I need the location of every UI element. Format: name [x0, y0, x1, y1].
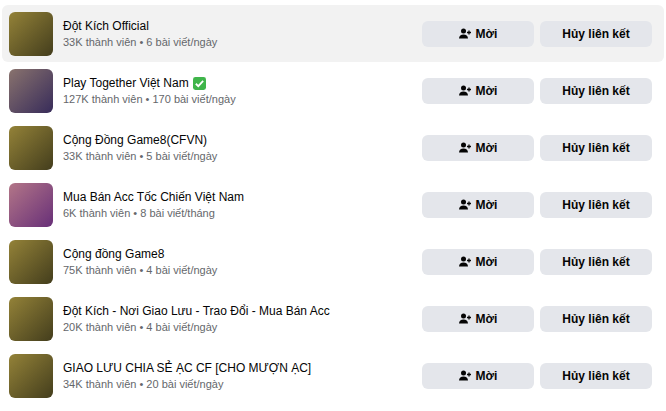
group-meta: 34K thành viên • 20 bài viết/ngày [63, 378, 422, 390]
group-avatar[interactable] [9, 69, 53, 113]
group-avatar[interactable] [9, 126, 53, 170]
group-meta: 75K thành viên • 4 bài viết/ngày [63, 264, 422, 276]
group-name[interactable]: Đột Kích - Nơi Giao Lưu - Trao Đổi - Mua… [63, 304, 422, 318]
group-actions: MờiHủy liên kết [422, 21, 652, 47]
group-actions: MờiHủy liên kết [422, 78, 652, 104]
group-avatar[interactable] [9, 297, 53, 341]
group-name[interactable]: Mua Bán Acc Tốc Chiến Việt Nam [63, 190, 422, 204]
group-actions: MờiHủy liên kết [422, 135, 652, 161]
group-info: Play Together Việt Nam 127K thành viên • … [63, 76, 422, 105]
invite-button[interactable]: Mời [422, 249, 534, 275]
group-meta: 127K thành viên • 170 bài viết/ngày [63, 93, 422, 105]
group-avatar[interactable] [9, 12, 53, 56]
verified-check-icon [193, 77, 206, 90]
invite-button[interactable]: Mời [422, 306, 534, 332]
group-row[interactable]: GIAO LƯU CHIA SẺ ẠC CF [CHO MƯỢN ẠC] 34K … [2, 347, 664, 404]
user-plus-icon [459, 313, 471, 324]
invite-button[interactable]: Mời [422, 192, 534, 218]
user-plus-icon [459, 199, 471, 210]
user-plus-icon [459, 256, 471, 267]
group-info: Cộng đồng Game8 75K thành viên • 4 bài vi… [63, 247, 422, 276]
group-actions: MờiHủy liên kết [422, 192, 652, 218]
group-name[interactable]: Cộng đồng Game8 [63, 247, 422, 261]
group-name[interactable]: Play Together Việt Nam [63, 76, 422, 90]
group-row[interactable]: Cộng Đồng Game8(CFVN) 33K thành viên • 5 … [2, 119, 664, 176]
user-plus-icon [459, 142, 471, 153]
unlink-button[interactable]: Hủy liên kết [540, 78, 652, 104]
user-plus-icon [459, 85, 471, 96]
unlink-button[interactable]: Hủy liên kết [540, 21, 652, 47]
invite-button[interactable]: Mời [422, 78, 534, 104]
group-info: Mua Bán Acc Tốc Chiến Việt Nam 6K thành v… [63, 190, 422, 219]
group-info: GIAO LƯU CHIA SẺ ẠC CF [CHO MƯỢN ẠC] 34K … [63, 361, 422, 390]
unlink-button[interactable]: Hủy liên kết [540, 135, 652, 161]
group-name[interactable]: Cộng Đồng Game8(CFVN) [63, 133, 422, 147]
group-info: Đột Kích Official 33K thành viên • 6 bài … [63, 19, 422, 48]
group-meta: 6K thành viên • 8 bài viết/tháng [63, 207, 422, 219]
unlink-button[interactable]: Hủy liên kết [540, 363, 652, 389]
invite-button[interactable]: Mời [422, 363, 534, 389]
group-avatar[interactable] [9, 183, 53, 227]
unlink-button[interactable]: Hủy liên kết [540, 306, 652, 332]
group-actions: MờiHủy liên kết [422, 306, 652, 332]
group-avatar[interactable] [9, 354, 53, 398]
user-plus-icon [459, 370, 471, 381]
group-meta: 20K thành viên • 4 bài viết/ngày [63, 321, 422, 333]
group-row[interactable]: Đột Kích - Nơi Giao Lưu - Trao Đổi - Mua… [2, 290, 664, 347]
group-info: Cộng Đồng Game8(CFVN) 33K thành viên • 5 … [63, 133, 422, 162]
group-row[interactable]: Đột Kích Official 33K thành viên • 6 bài … [2, 5, 664, 62]
unlink-button[interactable]: Hủy liên kết [540, 192, 652, 218]
group-row[interactable]: Play Together Việt Nam 127K thành viên • … [2, 62, 664, 119]
group-avatar[interactable] [9, 240, 53, 284]
invite-button[interactable]: Mời [422, 135, 534, 161]
group-meta: 33K thành viên • 6 bài viết/ngày [63, 36, 422, 48]
group-name[interactable]: GIAO LƯU CHIA SẺ ẠC CF [CHO MƯỢN ẠC] [63, 361, 422, 375]
group-meta: 33K thành viên • 5 bài viết/ngày [63, 150, 422, 162]
group-actions: MờiHủy liên kết [422, 249, 652, 275]
invite-button[interactable]: Mời [422, 21, 534, 47]
user-plus-icon [459, 28, 471, 39]
group-info: Đột Kích - Nơi Giao Lưu - Trao Đổi - Mua… [63, 304, 422, 333]
group-list: Đột Kích Official 33K thành viên • 6 bài … [0, 0, 666, 410]
group-name[interactable]: Đột Kích Official [63, 19, 422, 33]
unlink-button[interactable]: Hủy liên kết [540, 249, 652, 275]
group-row[interactable]: Cộng đồng Game8 75K thành viên • 4 bài vi… [2, 233, 664, 290]
group-actions: MờiHủy liên kết [422, 363, 652, 389]
group-row[interactable]: Mua Bán Acc Tốc Chiến Việt Nam 6K thành v… [2, 176, 664, 233]
